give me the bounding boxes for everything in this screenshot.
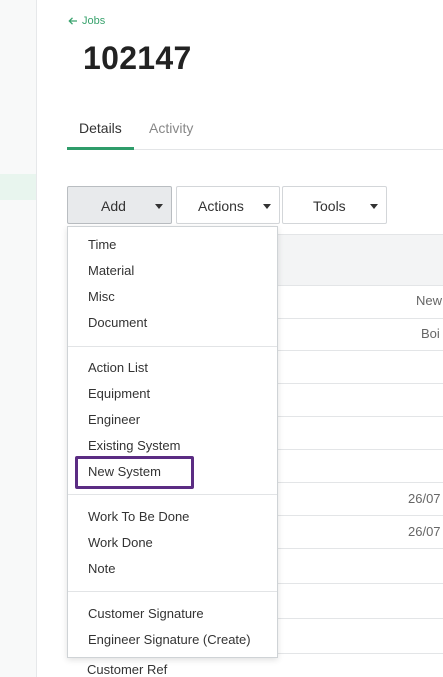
menu-item-customer-signature[interactable]: Customer Signature xyxy=(88,606,204,621)
table-cell: New xyxy=(416,293,443,308)
tab-bar: Details Activity xyxy=(67,110,443,150)
active-tab-indicator xyxy=(67,147,134,150)
back-to-jobs-link[interactable]: Jobs xyxy=(68,15,105,27)
menu-item-action-list[interactable]: Action List xyxy=(88,360,148,375)
tools-button-label: Tools xyxy=(313,198,346,214)
caret-down-icon xyxy=(370,204,378,209)
menu-item-equipment[interactable]: Equipment xyxy=(88,386,150,401)
sidebar-active-item[interactable] xyxy=(0,174,36,200)
caret-down-icon xyxy=(263,204,271,209)
tools-dropdown-button[interactable]: Tools xyxy=(282,186,387,224)
arrow-left-icon xyxy=(68,17,77,25)
menu-item-document[interactable]: Document xyxy=(88,315,147,330)
row-divider xyxy=(277,416,443,417)
menu-item-work-done[interactable]: Work Done xyxy=(88,535,153,550)
row-divider xyxy=(277,383,443,384)
add-button-label: Add xyxy=(101,198,126,214)
menu-item-engineer-signature-create[interactable]: Engineer Signature (Create) xyxy=(88,632,251,647)
table-cell: 26/07 xyxy=(408,491,441,506)
row-divider xyxy=(277,318,443,319)
add-dropdown-button[interactable]: Add xyxy=(67,186,172,224)
menu-item-note[interactable]: Note xyxy=(88,561,115,576)
tab-activity[interactable]: Activity xyxy=(149,120,193,136)
row-divider xyxy=(277,548,443,549)
row-divider xyxy=(277,618,443,619)
table-cell: 26/07 xyxy=(408,524,441,539)
add-dropdown-menu: Time Material Misc Document Action List … xyxy=(67,226,278,658)
actions-dropdown-button[interactable]: Actions xyxy=(176,186,280,224)
menu-divider xyxy=(68,591,277,592)
menu-item-existing-system[interactable]: Existing System xyxy=(88,438,180,453)
row-divider xyxy=(277,285,443,286)
page-title: 102147 xyxy=(83,40,192,76)
row-divider xyxy=(277,583,443,584)
sidebar xyxy=(0,0,37,677)
menu-item-engineer[interactable]: Engineer xyxy=(88,412,140,427)
actions-button-label: Actions xyxy=(198,198,244,214)
row-divider xyxy=(277,482,443,483)
menu-item-work-to-be-done[interactable]: Work To Be Done xyxy=(88,509,189,524)
menu-item-material[interactable]: Material xyxy=(88,263,134,278)
back-link-label: Jobs xyxy=(82,15,106,27)
tab-details[interactable]: Details xyxy=(79,120,122,136)
row-divider xyxy=(277,350,443,351)
customer-ref-label: Customer Ref xyxy=(87,662,168,677)
row-divider xyxy=(277,515,443,516)
menu-item-new-system[interactable]: New System xyxy=(88,464,161,479)
caret-down-icon xyxy=(155,204,163,209)
menu-item-misc[interactable]: Misc xyxy=(88,289,115,304)
table-cell: Boi xyxy=(421,326,440,341)
menu-divider xyxy=(68,494,277,495)
menu-divider xyxy=(68,346,277,347)
row-divider xyxy=(277,449,443,450)
menu-item-time[interactable]: Time xyxy=(88,237,116,252)
